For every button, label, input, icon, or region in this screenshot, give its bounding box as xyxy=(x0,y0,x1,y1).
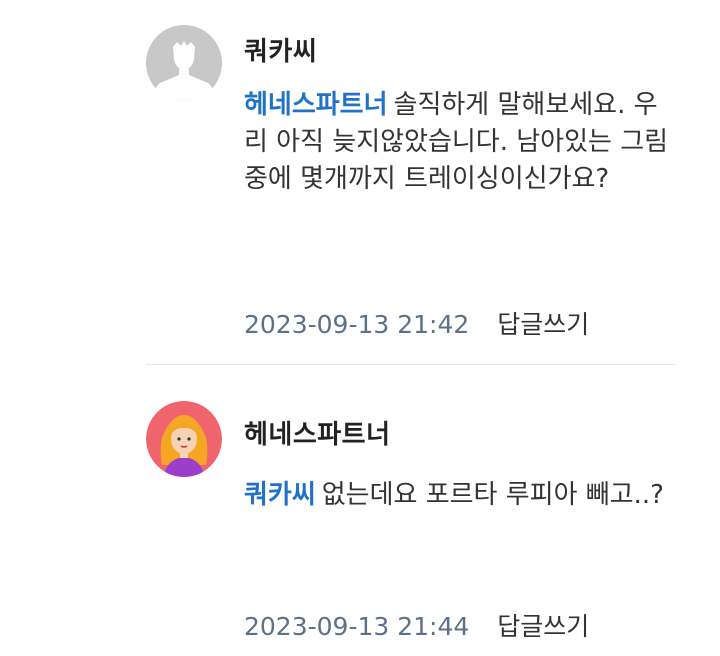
comment-body-text: 없는데요 포르타 루피아 빼고..? xyxy=(321,480,664,510)
comment-meta: 2023-09-13 21:44 답글쓰기 xyxy=(244,607,589,643)
comment-author[interactable]: 헤네스파트너 xyxy=(244,414,391,451)
comment-text: 쿼카씨 없는데요 포르타 루피아 빼고..? xyxy=(244,477,674,514)
comment-item: 헤네스파트너 쿼카씨 없는데요 포르타 루피아 빼고..? 2023-09-13 … xyxy=(0,366,720,656)
mention-link[interactable]: 쿼카씨 xyxy=(244,480,316,510)
girl-avatar-icon[interactable] xyxy=(146,401,222,477)
mention-link[interactable]: 헤네스파트너 xyxy=(244,90,388,120)
divider xyxy=(146,364,676,365)
reply-button[interactable]: 답글쓰기 xyxy=(497,310,589,339)
comment-meta: 2023-09-13 21:42 답글쓰기 xyxy=(244,305,589,341)
comment-author[interactable]: 쿼카씨 xyxy=(244,31,317,68)
comment-date: 2023-09-13 21:44 xyxy=(244,612,470,641)
comment-date: 2023-09-13 21:42 xyxy=(244,310,470,339)
default-profile-icon[interactable] xyxy=(146,25,222,101)
reply-button[interactable]: 답글쓰기 xyxy=(497,612,589,641)
comment-text: 헤네스파트너 솔직하게 말해보세요. 우리 아직 늦지않았습니다. 남아있는 그림… xyxy=(244,87,674,198)
comment-item: 쿼카씨 헤네스파트너 솔직하게 말해보세요. 우리 아직 늦지않았습니다. 남아있… xyxy=(0,0,720,365)
